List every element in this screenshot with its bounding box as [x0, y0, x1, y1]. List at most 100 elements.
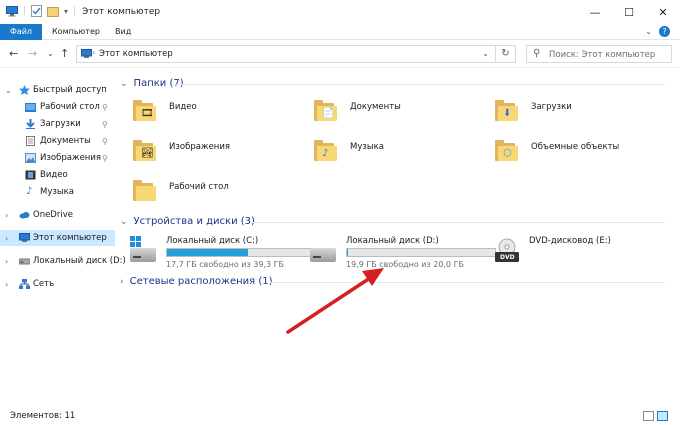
address-dropdown-icon[interactable]: ⌄	[482, 49, 489, 58]
folder-3d-objects[interactable]: ⬡ Объемные объекты	[495, 138, 665, 164]
search-placeholder: Поиск: Этот компьютер	[549, 50, 656, 60]
drive-c[interactable]: Локальный диск (C:) 17,7 ГБ свободно из …	[130, 236, 320, 270]
drive-label: DVD-дисковод (E:)	[529, 236, 611, 246]
window-title: Этот компьютер	[82, 7, 161, 17]
drive-icon	[310, 248, 336, 262]
expand-icon[interactable]: ›	[5, 280, 8, 289]
drive-d[interactable]: Локальный диск (D:) 19,9 ГБ свободно из …	[310, 236, 500, 270]
documents-icon	[26, 136, 35, 146]
forward-button[interactable]: →	[28, 47, 37, 60]
sidebar-item-onedrive[interactable]: › OneDrive	[0, 207, 115, 223]
collapse-icon[interactable]: ⌄	[5, 86, 12, 95]
music-icon: ♪	[26, 186, 33, 197]
up-button[interactable]: ↑	[60, 47, 69, 60]
customize-qat-icon[interactable]: ▾	[64, 7, 68, 16]
expand-icon[interactable]: ›	[5, 234, 8, 243]
navigation-bar: ← → ⌄ ↑ › Этот компьютер ⌄ ↻ ⚲ Поиск: Эт…	[0, 40, 680, 68]
help-icon[interactable]: ?	[659, 26, 670, 37]
properties-icon[interactable]	[31, 5, 43, 17]
folder-icon: 🎞	[133, 100, 159, 122]
folder-icon: ♪	[314, 140, 340, 162]
group-title: Сетевые расположения (1)	[129, 276, 273, 287]
expand-icon[interactable]: ›	[5, 211, 8, 220]
group-header-network[interactable]: › Сетевые расположения (1)	[120, 276, 273, 287]
item-count: Элементов: 11	[10, 411, 76, 421]
back-button[interactable]: ←	[9, 47, 18, 60]
expand-ribbon-icon[interactable]: ⌄	[645, 27, 652, 36]
sidebar-item-label: Изображения	[40, 153, 102, 163]
drive-e-dvd[interactable]: DVD DVD-дисковод (E:)	[493, 236, 663, 270]
address-separator[interactable]: ›	[92, 48, 95, 57]
folder-desktop[interactable]: Рабочий стол	[133, 178, 303, 204]
maximize-button[interactable]: ☐	[612, 0, 646, 24]
music-icon: ♪	[322, 148, 329, 159]
tab-view[interactable]: Вид	[115, 24, 131, 40]
group-title: Устройства и диски (3)	[133, 216, 255, 227]
sidebar-item-downloads[interactable]: Загрузки ⚲	[0, 116, 115, 132]
sidebar-item-pictures[interactable]: Изображения ⚲	[0, 150, 115, 166]
folder-icon: 🏞	[133, 140, 159, 162]
drive-usage-fill	[347, 249, 348, 256]
sidebar-item-label: Видео	[40, 170, 68, 180]
sidebar-item-label: Документы	[40, 136, 91, 146]
pin-icon: ⚲	[102, 102, 108, 112]
expand-icon[interactable]: ›	[5, 257, 8, 266]
folder-music[interactable]: ♪ Музыка	[314, 138, 484, 164]
minimize-button[interactable]: —	[578, 0, 612, 24]
details-view-icon[interactable]	[643, 411, 654, 421]
sidebar-item-desktop[interactable]: Рабочий стол ⚲	[0, 99, 115, 115]
folder-icon	[133, 180, 159, 202]
windows-logo-icon	[130, 236, 141, 247]
computer-icon	[6, 5, 18, 16]
sidebar-item-video[interactable]: Видео	[0, 167, 115, 183]
desktop-folder-icon	[25, 103, 36, 112]
ribbon: Файл Компьютер Вид ⌄ ?	[0, 24, 680, 40]
sidebar-item-label: Сеть	[33, 279, 55, 289]
collapse-icon[interactable]: ⌄	[120, 79, 128, 89]
tab-file[interactable]: Файл	[0, 24, 42, 40]
video-icon	[25, 170, 36, 180]
address-text[interactable]: Этот компьютер	[99, 49, 173, 59]
folder-icon: 📄	[314, 100, 340, 122]
address-bar[interactable]: › Этот компьютер ⌄ ↻	[76, 45, 516, 63]
folder-video[interactable]: 🎞 Видео	[133, 98, 303, 124]
recent-locations-button[interactable]: ⌄	[47, 49, 54, 58]
sidebar-item-drive-d[interactable]: › Локальный диск (D:)	[0, 253, 126, 269]
drive-label: Локальный диск (C:)	[166, 236, 259, 246]
folder-label: Объемные объекты	[531, 142, 620, 152]
folder-label: Документы	[350, 102, 401, 112]
group-divider	[270, 282, 665, 283]
close-button[interactable]: ✕	[646, 0, 680, 24]
expand-icon[interactable]: ›	[120, 277, 124, 287]
status-bar: Элементов: 11	[0, 408, 680, 425]
new-folder-icon[interactable]	[47, 6, 60, 17]
folder-label: Изображения	[169, 142, 231, 152]
folder-documents[interactable]: 📄 Документы	[314, 98, 484, 124]
document-icon: 📄	[322, 108, 335, 119]
tab-computer[interactable]: Компьютер	[52, 24, 100, 40]
sidebar-item-quick-access[interactable]: ⌄ Быстрый доступ	[0, 82, 115, 98]
refresh-button[interactable]: ↻	[495, 46, 515, 62]
drive-usage-bar	[166, 248, 316, 257]
group-divider	[250, 222, 665, 223]
large-icons-view-icon[interactable]	[657, 411, 668, 421]
sidebar-item-network[interactable]: › Сеть	[0, 276, 115, 292]
pictures-icon: 🏞	[141, 148, 154, 159]
view-switcher	[643, 411, 668, 421]
star-icon	[19, 85, 30, 95]
navigation-pane: ⌄ Быстрый доступ Рабочий стол ⚲ Загрузки…	[0, 76, 126, 406]
search-box[interactable]: ⚲ Поиск: Этот компьютер	[526, 45, 672, 63]
sidebar-item-this-pc[interactable]: › Этот компьютер	[0, 230, 115, 246]
pin-icon: ⚲	[102, 153, 108, 163]
content-pane: ⌄ Папки (7) 🎞 Видео 📄 Документы ⬇ Загруз…	[115, 68, 675, 408]
quick-access-toolbar: | ▾ |	[6, 5, 76, 17]
collapse-icon[interactable]: ⌄	[120, 217, 128, 227]
folder-downloads[interactable]: ⬇ Загрузки	[495, 98, 665, 124]
folder-pictures[interactable]: 🏞 Изображения	[133, 138, 303, 164]
sidebar-item-documents[interactable]: Документы ⚲	[0, 133, 115, 149]
search-icon: ⚲	[533, 48, 541, 59]
sidebar-item-music[interactable]: ♪ Музыка	[0, 184, 115, 200]
sidebar-item-label: Этот компьютер	[33, 233, 107, 243]
computer-icon	[19, 233, 30, 242]
group-header-devices[interactable]: ⌄ Устройства и диски (3)	[120, 216, 255, 227]
